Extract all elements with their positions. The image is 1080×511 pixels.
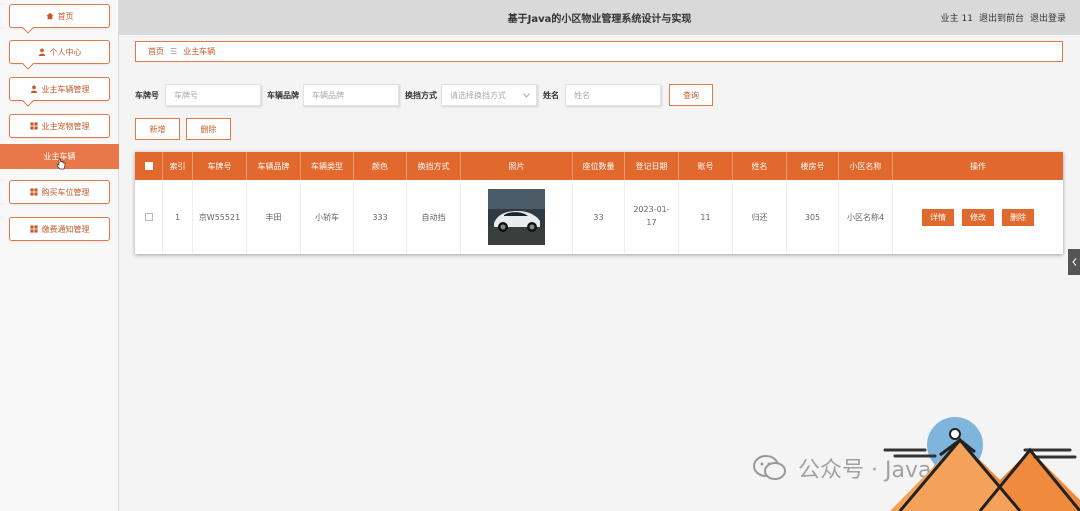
col-plate: 车牌号	[193, 152, 247, 180]
col-color: 颜色	[354, 152, 407, 180]
sidebar-item-label: 业主车辆管理	[41, 84, 90, 94]
user-icon	[38, 48, 45, 56]
sidebar-item-label: 业主宠物管理	[41, 121, 90, 131]
sidebar-item-label: 缴费通知管理	[41, 224, 90, 234]
col-account: 账号	[679, 152, 733, 180]
cell-account: 11	[679, 180, 733, 254]
top-header: 基于Java的小区物业管理系统设计与实现 业主 11 退出到前台 退出登录	[119, 0, 1080, 35]
cell-building: 305	[787, 180, 839, 254]
breadcrumb: 首页 ☰ 业主车辆	[135, 41, 1063, 62]
sidebar-item-vehicle-management[interactable]: 业主车辆管理	[9, 77, 110, 107]
col-brand: 车辆品牌	[247, 152, 301, 180]
cell-seats: 33	[573, 180, 625, 254]
method-select-value: 请选择换挡方式	[450, 90, 506, 100]
cell-photo	[461, 180, 573, 254]
grid-icon	[29, 188, 38, 196]
col-name: 姓名	[733, 152, 787, 180]
cell-color: 333	[354, 180, 407, 254]
breadcrumb-current: 业主车辆	[183, 47, 216, 56]
delete-button[interactable]: 删除	[1002, 208, 1034, 226]
chevron-down-icon	[523, 92, 530, 98]
cell-plate: 京W55521	[193, 180, 247, 254]
logout-link[interactable]: 退出登录	[1030, 11, 1066, 24]
breadcrumb-home[interactable]: 首页	[148, 46, 164, 57]
sidebar-item-label: 个人中心	[49, 47, 82, 57]
app-title: 基于Java的小区物业管理系统设计与实现	[507, 14, 692, 25]
method-label: 换挡方式	[405, 90, 437, 100]
method-select[interactable]: 请选择换挡方式	[441, 84, 537, 106]
user-icon	[30, 85, 37, 93]
back-to-front-link[interactable]: 退出到前台	[979, 11, 1024, 24]
edit-button[interactable]: 修改	[962, 208, 994, 226]
sidebar-item-parking-purchase[interactable]: 购买车位管理	[9, 180, 110, 204]
brand-label: 车辆品牌	[267, 90, 299, 100]
breadcrumb-separator: ☰	[170, 47, 178, 56]
col-actions: 操作	[970, 161, 986, 171]
cell-community: 小区名称4	[839, 180, 893, 254]
grid-icon	[29, 122, 38, 130]
col-date: 登记日期	[625, 152, 679, 180]
home-icon	[45, 12, 54, 20]
grid-icon	[29, 225, 38, 233]
name-label: 姓名	[543, 90, 559, 100]
chevron-left-icon	[1071, 258, 1076, 266]
sidebar-item-pet-management[interactable]: 业主宠物管理	[9, 114, 110, 138]
plate-input[interactable]: 车牌号	[165, 84, 261, 106]
col-community: 小区名称	[839, 152, 893, 180]
cell-index: 1	[163, 180, 193, 254]
batch-delete-button[interactable]: 删除	[186, 118, 231, 140]
sidebar-item-label: 购买车位管理	[41, 187, 90, 197]
col-photo: 照片	[461, 152, 573, 180]
table-header: 索引 车牌号 车辆品牌 车辆类型 颜色 换挡方式 照片 座位数量 登记日期 账号…	[135, 152, 1063, 180]
sidebar-item-home[interactable]: 首页	[9, 4, 110, 34]
user-label: 业主 11	[940, 14, 973, 24]
add-button[interactable]: 新增	[135, 118, 180, 140]
col-type: 车辆类型	[301, 152, 354, 180]
row-checkbox[interactable]	[135, 180, 163, 254]
col-seats: 座位数量	[573, 152, 625, 180]
car-photo[interactable]	[488, 189, 545, 245]
col-building: 楼房号	[787, 152, 839, 180]
cell-brand: 丰田	[247, 180, 301, 254]
brand-input[interactable]: 车辆品牌	[303, 84, 399, 106]
hand-cursor-icon	[56, 158, 66, 170]
plate-label: 车牌号	[135, 90, 159, 100]
sidebar: 首页 个人中心 业主车辆管理 业主宠物管理 业主车辆 购买车位管理 缴费通知管理	[0, 0, 119, 511]
col-method: 换挡方式	[407, 152, 461, 180]
sidebar-item-personal-center[interactable]: 个人中心	[9, 40, 110, 70]
cell-actions: 详情 修改 删除	[893, 180, 1063, 254]
watermark-mountain-art	[883, 417, 1080, 511]
detail-button[interactable]: 详情	[922, 208, 954, 226]
cell-date: 2023-01-17	[625, 180, 679, 254]
cell-type: 小轿车	[301, 180, 354, 254]
cell-method: 自动挡	[407, 180, 461, 254]
query-button[interactable]: 查询	[669, 84, 713, 106]
search-bar: 车牌号 车牌号 车辆品牌 车辆品牌 换挡方式 请选择换挡方式 姓名 姓名 查询	[135, 84, 713, 106]
wechat-logo-icon	[753, 455, 786, 480]
name-input[interactable]: 姓名	[565, 84, 661, 106]
vehicle-table: 索引 车牌号 车辆品牌 车辆类型 颜色 换挡方式 照片 座位数量 登记日期 账号…	[135, 152, 1063, 254]
collapse-tab[interactable]	[1068, 249, 1080, 275]
sidebar-item-payment-notice[interactable]: 缴费通知管理	[9, 217, 110, 241]
col-index: 索引	[163, 152, 193, 180]
sidebar-item-label: 首页	[57, 11, 74, 21]
cell-name: 归还	[733, 180, 787, 254]
select-all-checkbox[interactable]	[135, 152, 163, 180]
